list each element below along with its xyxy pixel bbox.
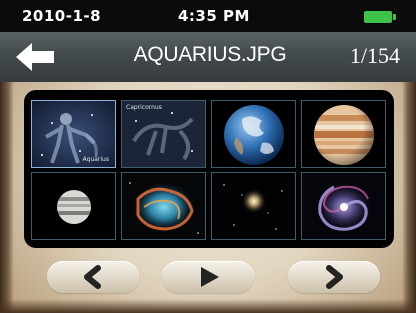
earth-image — [212, 101, 295, 167]
capricornus-constellation-image — [122, 101, 205, 167]
file-name-title: AQUARIUS.JPG — [133, 43, 287, 66]
page-counter: 1/154 — [349, 43, 400, 68]
thumbnail-label-aquarius: Aquarius — [82, 156, 109, 163]
title-bar: AQUARIUS.JPG 1/154 — [0, 32, 416, 82]
play-icon — [201, 267, 219, 287]
spiral-galaxy-image — [302, 173, 385, 239]
star-cluster-image — [212, 173, 295, 239]
status-time: 4:35 PM — [178, 7, 250, 25]
chevron-right-icon — [326, 265, 343, 289]
thumbnail-capricornus[interactable]: Capricornus — [121, 100, 206, 168]
thumbnail-saturn[interactable] — [31, 172, 116, 240]
thumbnail-star-cluster[interactable] — [211, 172, 296, 240]
back-arrow-icon — [16, 43, 54, 71]
thumbnail-aquarius[interactable]: Aquarius — [31, 100, 116, 168]
thumbnail-spiral-galaxy[interactable] — [301, 172, 386, 240]
thumbnail-label-capricornus: Capricornus — [126, 104, 162, 111]
status-bar: 2010-1-8 4:35 PM — [0, 0, 416, 32]
frame-bottom-edge — [0, 299, 416, 313]
thumbnail-crab-nebula[interactable] — [121, 172, 206, 240]
thumbnail-jupiter[interactable] — [301, 100, 386, 168]
back-button[interactable] — [14, 40, 62, 74]
battery-full-icon — [364, 11, 396, 23]
play-button[interactable] — [162, 261, 254, 293]
previous-button[interactable] — [47, 261, 139, 293]
thumbnail-earth[interactable] — [211, 100, 296, 168]
status-date: 2010-1-8 — [22, 7, 102, 25]
crab-nebula-image — [122, 173, 205, 239]
next-button[interactable] — [288, 261, 380, 293]
device-frame: 2010-1-8 4:35 PM AQUARIUS.JPG 1/154 Aqua… — [0, 0, 416, 313]
saturn-like-planet-image — [32, 173, 115, 239]
thumbnail-grid: Aquarius Capricornus — [24, 90, 394, 248]
jupiter-image — [302, 101, 385, 167]
chevron-left-icon — [84, 265, 101, 289]
